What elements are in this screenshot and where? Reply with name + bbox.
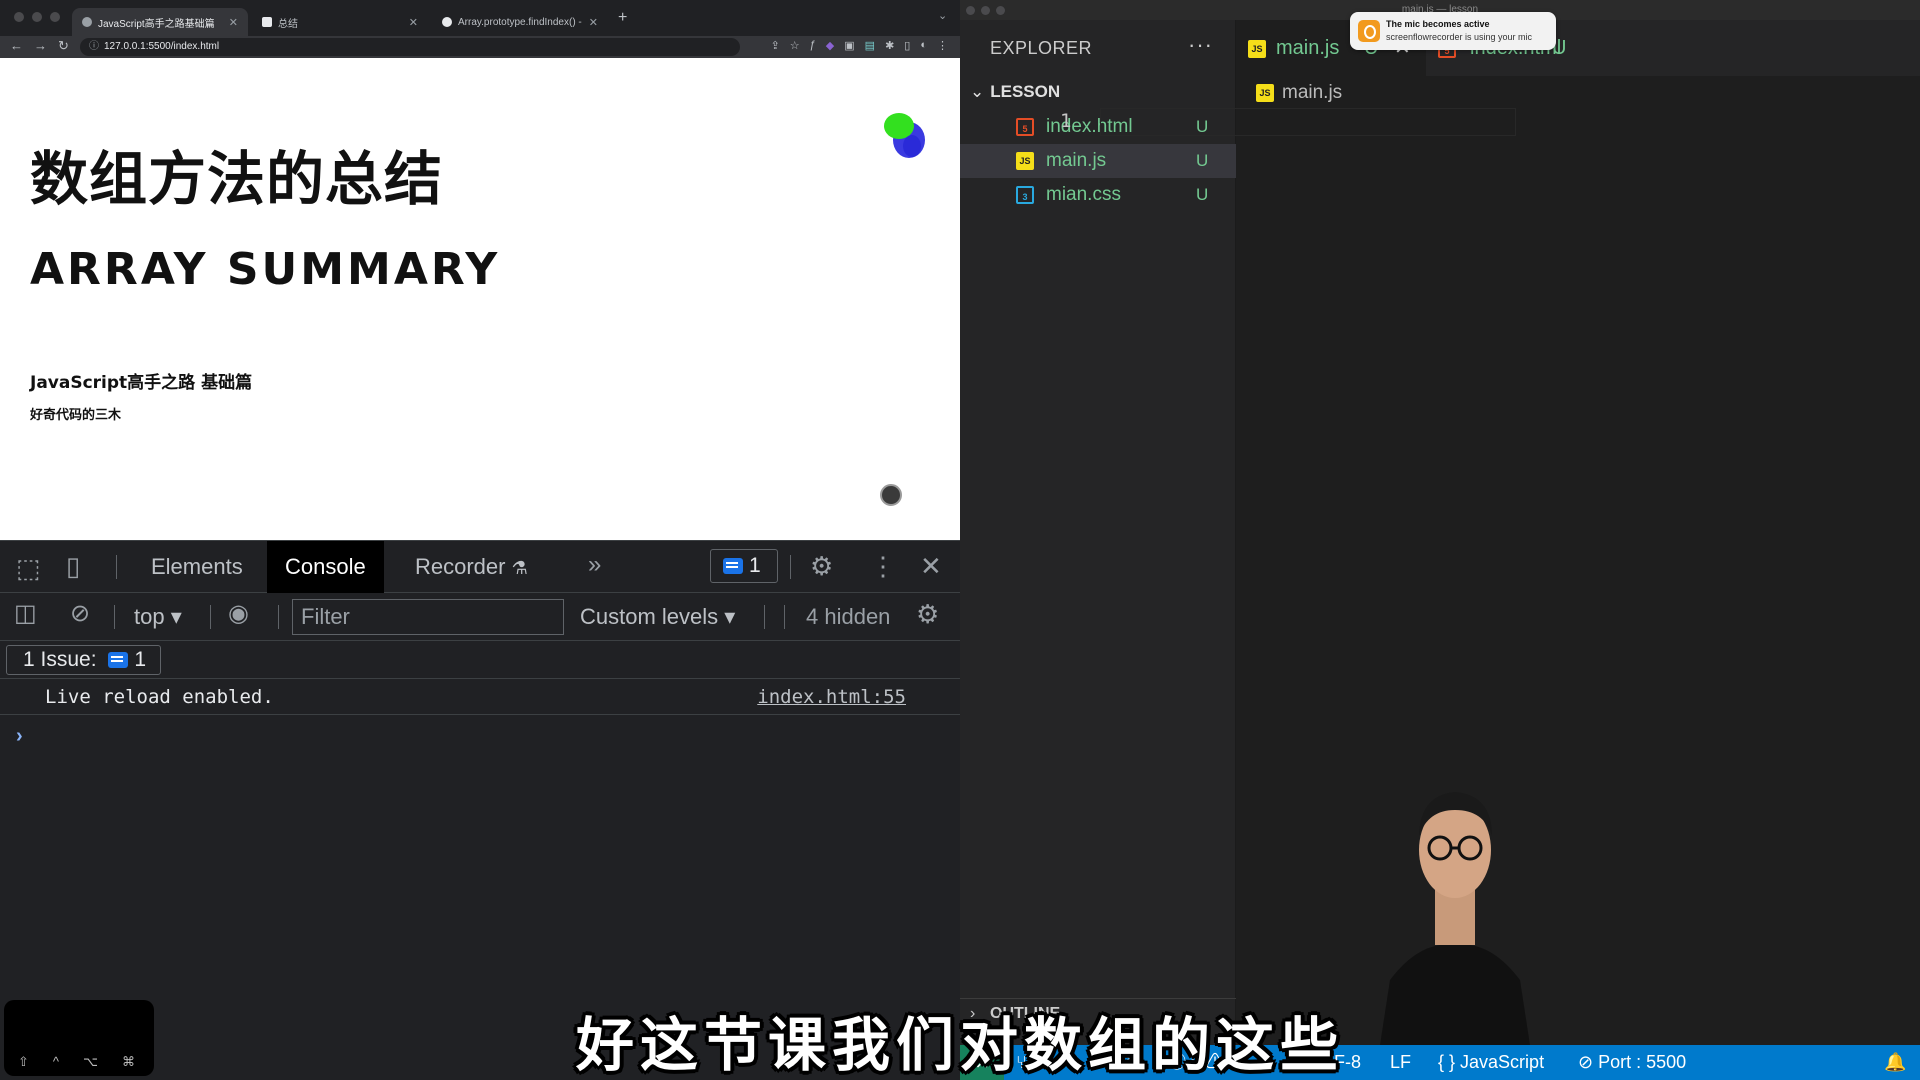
author-name: 好奇代码的三木 (30, 408, 122, 423)
console-settings-icon[interactable]: ⚙ (916, 599, 939, 630)
issues-bar: 1 Issue: 1 (0, 641, 960, 679)
info-icon[interactable]: ⓘ (89, 38, 99, 56)
tab-recorder[interactable]: Recorder ⚗ (397, 541, 546, 593)
extension-icon[interactable]: ◆ (826, 39, 834, 52)
file-main-js[interactable]: JS main.js U (960, 144, 1236, 178)
page-subtitle: ARRAY SUMMARY (30, 244, 501, 295)
course-name: JavaScript高手之路 基础篇 (30, 373, 253, 393)
tab-search-icon[interactable]: ⌄ (938, 9, 947, 22)
source-link[interactable]: index.html:55 (757, 679, 906, 715)
context-selector[interactable]: top ▾ (134, 593, 182, 641)
window-controls[interactable] (966, 6, 1005, 15)
mdn-icon (442, 17, 452, 27)
editor-current-line[interactable] (1100, 108, 1516, 136)
tab-elements[interactable]: Elements (133, 541, 261, 593)
star-icon[interactable]: ☆ (790, 39, 800, 52)
extension-icon[interactable]: ▣ (844, 39, 854, 52)
extension-icon[interactable]: ▤ (865, 39, 875, 52)
menu-icon[interactable]: ⋮ (937, 39, 948, 52)
console-toolbar: ◫ ⊘ top ▾ ◉ Filter Custom levels ▾ 4 hid… (0, 593, 960, 641)
browser-window: JavaScript高手之路基础篇 ✕ 总结 ✕ Array.prototype… (0, 0, 960, 1080)
kebab-menu-icon[interactable]: ⋮ (870, 551, 896, 582)
gear-icon[interactable]: ⚙ (810, 551, 833, 582)
forward-icon[interactable]: → (34, 38, 47, 53)
clear-console-icon[interactable]: ⊘ (70, 599, 90, 628)
js-file-icon: JS (1248, 40, 1266, 58)
inspect-icon[interactable]: ⬚ (16, 553, 41, 584)
html-file-icon: 5 (1016, 118, 1034, 136)
page-title: 数组方法的总结 (30, 145, 444, 213)
browser-tab-mdn[interactable]: Array.prototype.findIndex() - ... ✕ (432, 8, 608, 36)
css-file-icon: 3 (1016, 186, 1034, 204)
chevron-down-icon: ⌄ (970, 82, 985, 101)
hidden-count: 4 hidden (806, 604, 891, 629)
console-prompt[interactable]: › (16, 725, 23, 748)
log-levels-dropdown[interactable]: Custom levels ▾ (580, 593, 735, 641)
logo-blob-icon (884, 113, 925, 158)
extension-icon[interactable]: ƒ (810, 39, 816, 52)
file-mian-css[interactable]: 3 mian.css U (960, 178, 1236, 212)
address-bar[interactable]: ⓘ 127.0.0.1:5500/index.html (80, 38, 740, 56)
filter-input[interactable]: Filter (292, 599, 564, 635)
devtools-tabbar: ⬚ ▯ Elements Console Recorder ⚗ » 1 ⚙ ⋮ … (0, 541, 960, 593)
message-icon (108, 652, 129, 668)
more-actions-icon[interactable]: ··· (1188, 32, 1213, 58)
close-icon[interactable]: ✕ (409, 16, 418, 29)
back-icon[interactable]: ← (10, 38, 23, 53)
microphone-icon (1358, 20, 1380, 42)
sidebar-toggle-icon[interactable]: ◫ (14, 599, 37, 628)
globe-icon (82, 17, 92, 27)
tab-console[interactable]: Console (267, 541, 384, 593)
js-file-icon: JS (1016, 152, 1034, 170)
mic-notification[interactable]: The mic becomes active screenflowrecorde… (1350, 12, 1556, 50)
message-icon (723, 558, 743, 574)
extensions-area: ⇪ ☆ ƒ ◆ ▣ ▤ ✱ ▯ ◐ ⋮ (771, 39, 948, 52)
screen: JavaScript高手之路基础篇 ✕ 总结 ✕ Array.prototype… (0, 0, 1920, 1080)
explorer-sidebar: EXPLORER ··· ⌄ LESSON 5 index.html U JS m… (960, 20, 1236, 1045)
device-toggle-icon[interactable]: ▯ (66, 551, 80, 582)
avatar[interactable]: ◐ (920, 39, 927, 52)
line-number: 1 (1060, 110, 1072, 132)
cursor-icon (880, 484, 902, 506)
notion-icon (262, 17, 272, 27)
close-icon[interactable]: ✕ (229, 16, 238, 29)
browser-tab-course[interactable]: JavaScript高手之路基础篇 ✕ (72, 8, 248, 36)
close-icon[interactable]: ✕ (589, 16, 598, 29)
explorer-title: EXPLORER (990, 38, 1093, 58)
video-subtitle: 好这节课我们对数组的这些 (575, 1011, 1344, 1079)
browser-tabstrip: JavaScript高手之路基础篇 ✕ 总结 ✕ Array.prototype… (0, 0, 960, 36)
issues-counter[interactable]: 1 (710, 549, 778, 583)
folder-lesson[interactable]: ⌄ LESSON (970, 82, 1060, 102)
browser-tab-summary[interactable]: 总结 ✕ (252, 8, 428, 36)
more-tabs-icon[interactable]: » (588, 551, 601, 579)
new-tab-button[interactable]: + (618, 9, 627, 27)
web-page: 数组方法的总结 ARRAY SUMMARY JavaScript高手之路 基础篇… (0, 58, 960, 540)
js-file-icon: JS (1256, 84, 1274, 102)
sidepanel-icon[interactable]: ▯ (904, 39, 910, 52)
flask-icon: ⚗ (511, 558, 528, 578)
reload-icon[interactable]: ↻ (58, 38, 69, 54)
breadcrumb[interactable]: JS main.js (1236, 76, 1920, 110)
issues-button[interactable]: 1 Issue: 1 (6, 645, 162, 675)
window-controls[interactable] (14, 12, 60, 22)
close-icon[interactable]: ✕ (920, 551, 942, 582)
eye-icon[interactable]: ◉ (228, 599, 249, 628)
console-message: Live reload enabled. index.html:55 (0, 679, 960, 715)
editor-tabbar: JS main.js U ✕ 5 index.html U (1236, 20, 1920, 76)
browser-toolbar: ← → ↻ ⓘ 127.0.0.1:5500/index.html ⇪ ☆ ƒ … (0, 36, 960, 58)
puzzle-icon[interactable]: ✱ (885, 39, 894, 52)
share-icon[interactable]: ⇪ (771, 39, 780, 52)
